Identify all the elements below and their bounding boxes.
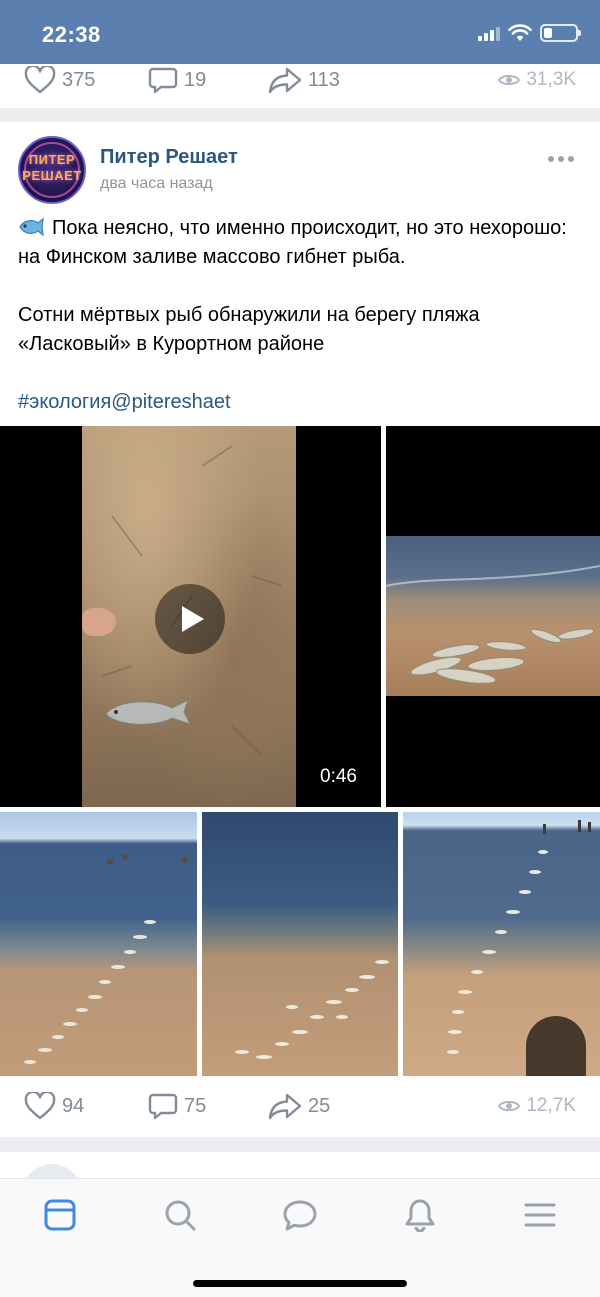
more-options-button[interactable] xyxy=(548,156,574,162)
heart-icon xyxy=(24,1092,56,1120)
video-attachment[interactable]: 0:46 xyxy=(0,426,381,807)
tab-messages[interactable] xyxy=(280,1195,320,1235)
photo-attachment[interactable] xyxy=(403,812,600,1076)
wifi-icon xyxy=(508,24,532,41)
more-dot xyxy=(568,156,574,162)
fish-on-shore xyxy=(235,960,389,1059)
community-avatar[interactable]: ПИТЕР РЕШАЕТ xyxy=(18,136,86,204)
share-button[interactable]: 113 xyxy=(268,64,340,96)
photo-image xyxy=(386,536,600,696)
post-paragraph-1: Пока неясно, что именно происходит, но э… xyxy=(18,214,583,272)
avatar-logo-line1: ПИТЕР xyxy=(28,152,76,167)
hand xyxy=(82,608,116,636)
post-paragraph-1-text: Пока неясно, что именно происходит, но э… xyxy=(18,217,567,268)
fish-on-shore xyxy=(24,854,188,1064)
status-time: 22:38 xyxy=(42,22,101,47)
status-icons xyxy=(478,24,581,42)
dead-fish-group xyxy=(386,565,600,684)
notifications-icon xyxy=(405,1199,435,1232)
hashtag-link[interactable]: #экология@pitereshaet xyxy=(18,388,583,417)
post-card: ПИТЕР РЕШАЕТ Питер Решает два часа назад… xyxy=(0,122,600,1137)
more-dot xyxy=(558,156,564,162)
home-indicator[interactable] xyxy=(193,1280,407,1287)
messages-icon xyxy=(283,1200,317,1231)
post-actions: 94 75 25 12,7K xyxy=(0,1090,600,1134)
share-count: 25 xyxy=(308,1094,331,1117)
cellular-signal-icon xyxy=(478,25,500,41)
avatar-logo-line2: РЕШАЕТ xyxy=(22,168,82,183)
comment-count: 19 xyxy=(184,68,207,91)
like-count: 94 xyxy=(62,1094,85,1117)
photo-attachment[interactable] xyxy=(0,812,197,1076)
like-button[interactable]: 375 xyxy=(24,64,95,96)
share-button[interactable]: 25 xyxy=(268,1090,330,1122)
media-grid: 0:46 xyxy=(0,426,600,1076)
comment-button[interactable]: 75 xyxy=(148,1090,206,1122)
tab-notifications[interactable] xyxy=(400,1195,440,1235)
status-bar: 22:38 xyxy=(0,0,600,64)
avatar-logo-text: ПИТЕР РЕШАЕТ xyxy=(20,152,84,184)
menu-icon xyxy=(524,1203,556,1227)
like-count: 375 xyxy=(62,68,96,91)
views-counter: 31,3K xyxy=(498,64,576,96)
comment-icon xyxy=(148,67,178,94)
tab-news[interactable] xyxy=(40,1195,80,1235)
battery-icon xyxy=(540,24,581,42)
views-count: 31,3K xyxy=(526,69,576,90)
photo-attachment[interactable] xyxy=(202,812,398,1076)
comment-icon xyxy=(148,1093,178,1120)
play-button[interactable] xyxy=(155,584,225,654)
comment-count: 75 xyxy=(184,1094,207,1117)
views-counter: 12,7K xyxy=(498,1090,576,1122)
post-author[interactable]: Питер Решает xyxy=(100,146,238,169)
share-icon xyxy=(268,1093,302,1120)
post-time: два часа назад xyxy=(100,175,213,192)
share-count: 113 xyxy=(308,68,340,91)
post-paragraph-2: Сотни мёртвых рыб обнаружили на берегу п… xyxy=(18,304,480,355)
photographer-shadow xyxy=(526,1016,586,1076)
heart-icon xyxy=(24,66,56,94)
video-duration: 0:46 xyxy=(320,766,357,787)
views-count: 12,7K xyxy=(526,1095,576,1116)
fish-image xyxy=(105,699,191,725)
tab-search[interactable] xyxy=(160,1195,200,1235)
news-icon xyxy=(44,1199,76,1231)
eye-icon xyxy=(498,1100,521,1112)
share-icon xyxy=(268,67,302,94)
like-button[interactable]: 94 xyxy=(24,1090,84,1122)
comment-button[interactable]: 19 xyxy=(148,64,206,96)
more-dot xyxy=(548,156,554,162)
eye-icon xyxy=(498,74,521,86)
photo-attachment[interactable] xyxy=(386,426,600,807)
fish-emoji xyxy=(19,217,44,237)
tab-menu[interactable] xyxy=(520,1195,560,1235)
post-text: Пока неясно, что именно происходит, но э… xyxy=(18,214,583,417)
battery-level xyxy=(544,28,552,38)
previous-post-footer: 375 19 113 31,3K xyxy=(0,64,600,108)
search-icon xyxy=(165,1200,196,1231)
